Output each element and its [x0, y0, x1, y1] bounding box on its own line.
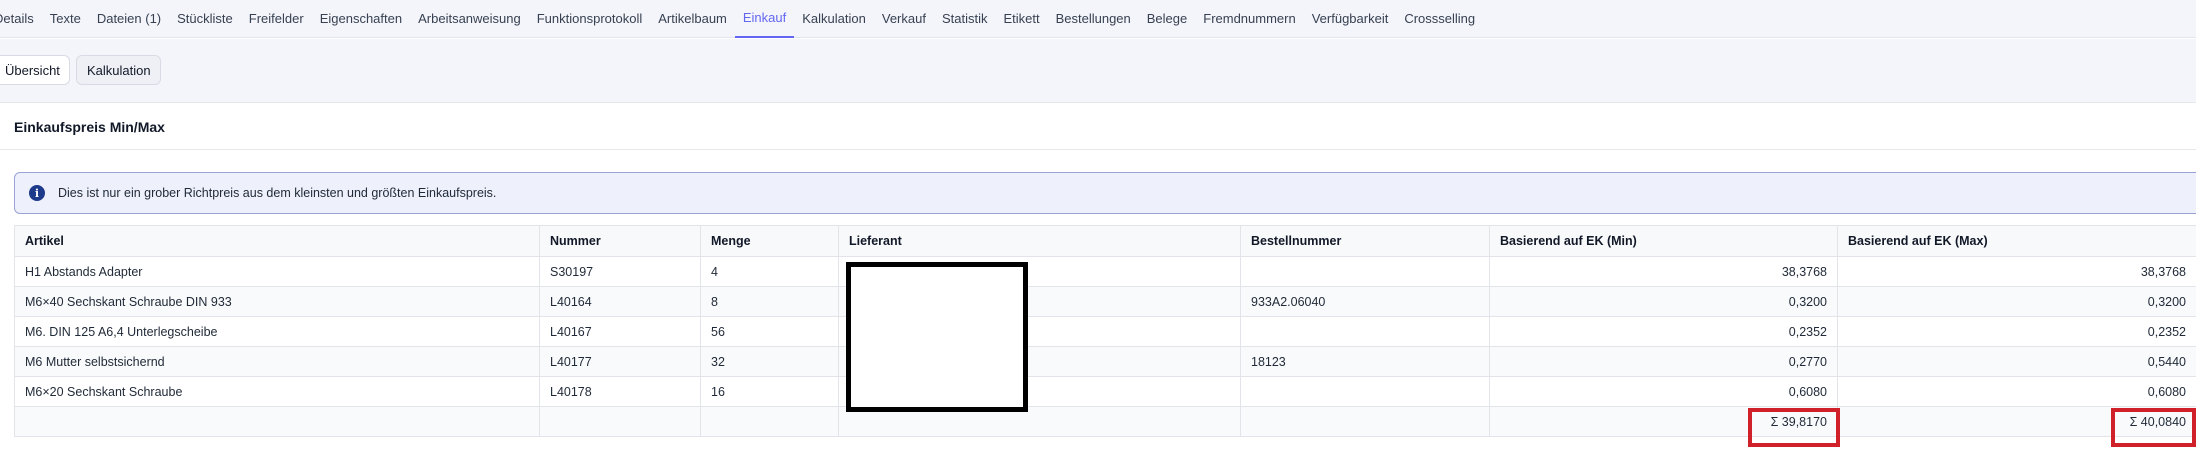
cell-menge: 16 — [700, 376, 839, 407]
cell-artikel: M6×20 Sechskant Schraube — [14, 376, 540, 407]
tab-dateien[interactable]: Dateien (1) — [89, 0, 169, 38]
calculation-button[interactable]: Kalkulation — [76, 55, 161, 85]
cell-bestellnummer — [1240, 316, 1490, 347]
tab-texte[interactable]: Texte — [42, 0, 89, 38]
info-banner: i Dies ist nur ein grober Richtpreis aus… — [14, 172, 2196, 214]
highlight-sum-min — [1748, 408, 1840, 447]
column-header-nummer[interactable]: Nummer — [539, 225, 701, 257]
sum-cell-empty — [1240, 406, 1490, 437]
column-header-bestellnummer[interactable]: Bestellnummer — [1240, 225, 1490, 257]
cell-ek-min: 0,6080 — [1489, 376, 1838, 407]
table-row[interactable]: M6×40 Sechskant Schraube DIN 933 L40164 … — [14, 286, 2196, 317]
section-title: Einkaufspreis Min/Max — [14, 119, 165, 135]
cell-ek-min: 0,3200 — [1489, 286, 1838, 317]
column-header-ek-max[interactable]: Basierend auf EK (Max) — [1837, 225, 2196, 257]
tab-kalkulation[interactable]: Kalkulation — [794, 0, 874, 38]
tab-bestellungen[interactable]: Bestellungen — [1048, 0, 1139, 38]
cell-nummer: L40178 — [539, 376, 701, 407]
tab-einkauf[interactable]: Einkauf — [734, 0, 795, 38]
cell-artikel: M6 Mutter selbstsichernd — [14, 346, 540, 377]
overview-button[interactable]: Übersicht — [0, 55, 70, 85]
cell-ek-max: 38,3768 — [1837, 256, 2196, 287]
cell-ek-max: 0,3200 — [1837, 286, 2196, 317]
tab-stueckliste[interactable]: Stückliste — [169, 0, 241, 38]
cell-ek-max: 0,5440 — [1837, 346, 2196, 377]
cell-artikel: M6. DIN 125 A6,4 Unterlegscheibe — [14, 316, 540, 347]
column-header-lieferant[interactable]: Lieferant — [838, 225, 1241, 257]
cell-bestellnummer — [1240, 376, 1490, 407]
tab-freifelder[interactable]: Freifelder — [241, 0, 312, 38]
cell-nummer: S30197 — [539, 256, 701, 287]
redaction-box — [846, 262, 1028, 412]
cell-menge: 32 — [700, 346, 839, 377]
cell-ek-max: 0,6080 — [1837, 376, 2196, 407]
sub-navigation: Übersicht Kalkulation — [0, 39, 2196, 103]
info-icon: i — [29, 185, 45, 201]
table-header-row: Artikel Nummer Menge Lieferant Bestellnu… — [14, 225, 2196, 257]
tab-fremdnummern[interactable]: Fremdnummern — [1195, 0, 1303, 38]
table-row[interactable]: M6×20 Sechskant Schraube L40178 16 0,608… — [14, 376, 2196, 407]
tab-funktionsprotokoll[interactable]: Funktionsprotokoll — [529, 0, 651, 38]
sum-cell-empty — [700, 406, 839, 437]
tab-verkauf[interactable]: Verkauf — [874, 0, 934, 38]
tab-eigenschaften[interactable]: Eigenschaften — [312, 0, 410, 38]
tab-crossselling[interactable]: Crossselling — [1396, 0, 1483, 38]
cell-ek-min: 38,3768 — [1489, 256, 1838, 287]
tab-belege[interactable]: Belege — [1139, 0, 1195, 38]
tab-etikett[interactable]: Etikett — [995, 0, 1047, 38]
highlight-sum-max — [2111, 408, 2196, 447]
table-row[interactable]: M6. DIN 125 A6,4 Unterlegscheibe L40167 … — [14, 316, 2196, 347]
cell-artikel: M6×40 Sechskant Schraube DIN 933 — [14, 286, 540, 317]
tab-verfuegbarkeit[interactable]: Verfügbarkeit — [1304, 0, 1397, 38]
price-table: Artikel Nummer Menge Lieferant Bestellnu… — [14, 225, 2196, 437]
cell-bestellnummer: 933A2.06040 — [1240, 286, 1490, 317]
cell-ek-max: 0,2352 — [1837, 316, 2196, 347]
tab-artikelbaum[interactable]: Artikelbaum — [650, 0, 735, 38]
cell-ek-min: 0,2352 — [1489, 316, 1838, 347]
cell-nummer: L40164 — [539, 286, 701, 317]
cell-nummer: L40177 — [539, 346, 701, 377]
column-header-ek-min[interactable]: Basierend auf EK (Min) — [1489, 225, 1838, 257]
column-header-artikel[interactable]: Artikel — [14, 225, 540, 257]
tab-statistik[interactable]: Statistik — [934, 0, 996, 38]
sum-row: Σ 39,8170 Σ 40,0840 — [14, 406, 2196, 437]
cell-ek-min: 0,2770 — [1489, 346, 1838, 377]
cell-menge: 56 — [700, 316, 839, 347]
table-row[interactable]: M6 Mutter selbstsichernd L40177 32 18123… — [14, 346, 2196, 377]
cell-menge: 4 — [700, 256, 839, 287]
cell-nummer: L40167 — [539, 316, 701, 347]
column-header-menge[interactable]: Menge — [700, 225, 839, 257]
divider — [0, 149, 2196, 150]
sum-cell-empty — [14, 406, 540, 437]
tab-details[interactable]: Details — [0, 0, 42, 38]
tab-arbeitsanweisung[interactable]: Arbeitsanweisung — [410, 0, 529, 38]
sum-cell-empty — [539, 406, 701, 437]
tab-bar: Details Texte Dateien (1) Stückliste Fre… — [0, 0, 2196, 38]
cell-menge: 8 — [700, 286, 839, 317]
info-text: Dies ist nur ein grober Richtpreis aus d… — [58, 186, 497, 200]
cell-bestellnummer — [1240, 256, 1490, 287]
table-row[interactable]: H1 Abstands Adapter S30197 4 38,3768 38,… — [14, 256, 2196, 287]
cell-bestellnummer: 18123 — [1240, 346, 1490, 377]
cell-artikel: H1 Abstands Adapter — [14, 256, 540, 287]
